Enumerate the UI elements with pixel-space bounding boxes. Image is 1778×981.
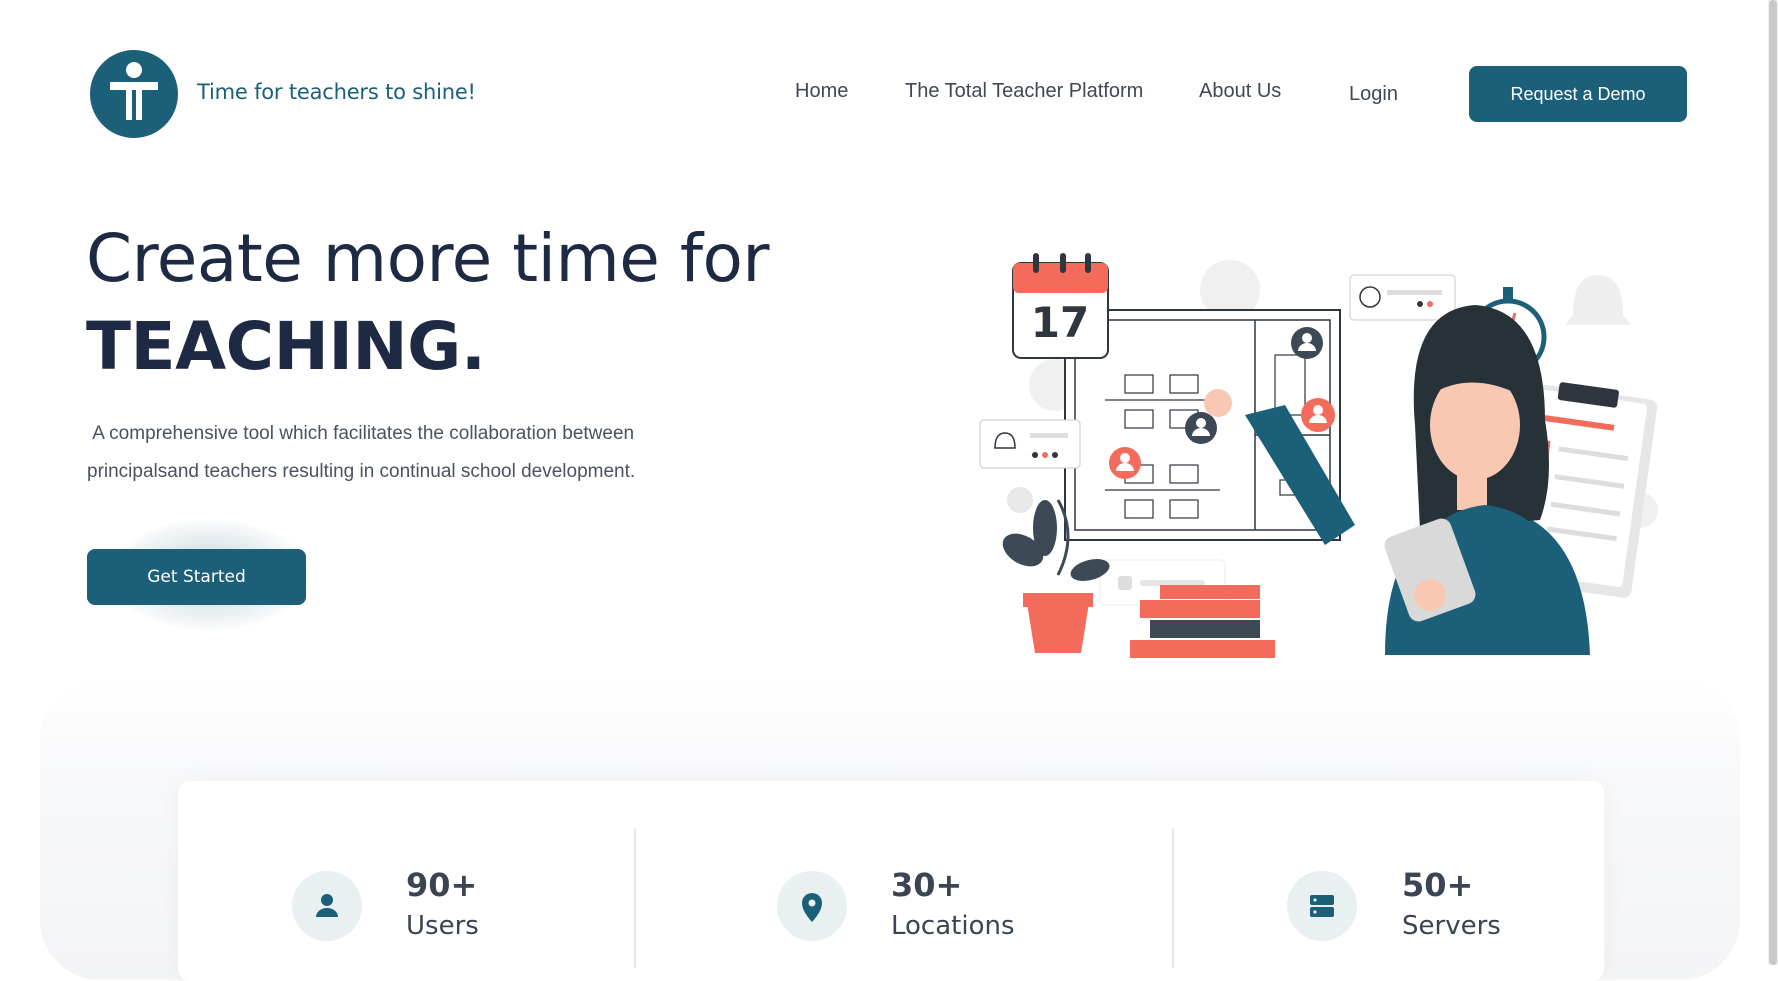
- stat-locations-value: 30+: [891, 866, 963, 904]
- stat-users-label: Users: [406, 911, 479, 941]
- scrollbar-thumb[interactable]: [1769, 0, 1777, 965]
- logo-icon[interactable]: [90, 50, 178, 138]
- stats-divider: [1172, 828, 1174, 968]
- stat-locations-label: Locations: [891, 911, 1015, 941]
- nav-about-link[interactable]: About Us: [1199, 80, 1281, 103]
- hero-title: Create more time for: [86, 220, 770, 297]
- teacher-planning-illustration: 17: [979, 253, 1658, 658]
- stat-servers-value: 50+: [1402, 866, 1474, 904]
- stat-servers-label: Servers: [1402, 911, 1501, 941]
- stats-divider: [634, 828, 636, 968]
- nav-login-link[interactable]: Login: [1349, 83, 1398, 106]
- page-scrollbar[interactable]: [1768, 0, 1778, 965]
- calendar-day-label: 17: [1031, 298, 1089, 347]
- server-icon: [1287, 871, 1357, 941]
- stat-users-value: 90+: [406, 866, 478, 904]
- user-icon: [292, 871, 362, 941]
- request-demo-button[interactable]: Request a Demo: [1469, 66, 1687, 122]
- get-started-button[interactable]: Get Started: [87, 549, 306, 605]
- nav-home-link[interactable]: Home: [795, 80, 848, 103]
- hero-title-emphasis: TEACHING.: [86, 308, 486, 385]
- nav-platform-link[interactable]: The Total Teacher Platform: [905, 80, 1143, 103]
- location-pin-icon: [777, 871, 847, 941]
- hero-description: A comprehensive tool which facilitates t…: [87, 423, 636, 482]
- brand-tagline: Time for teachers to shine!: [197, 80, 476, 104]
